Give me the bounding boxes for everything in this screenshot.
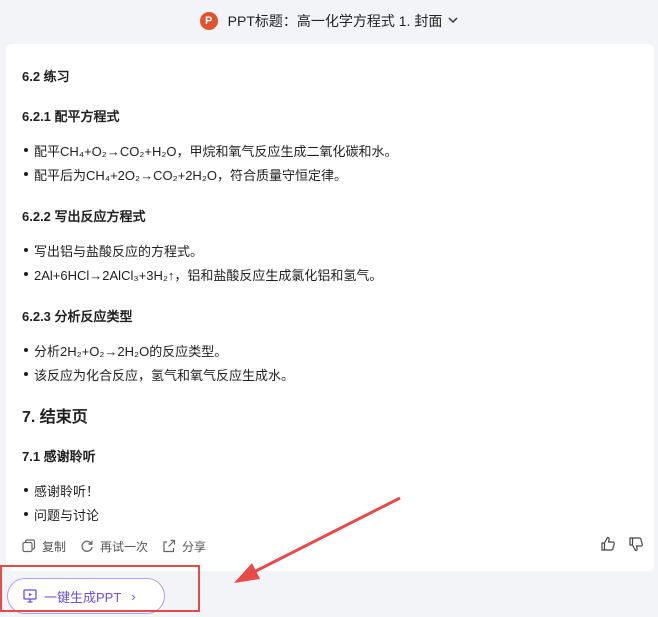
copy-button[interactable]: 复制 (22, 538, 66, 555)
list-item: 2Al+6HCl→2AlCl₃+3H₂↑，铝和盐酸反应生成氯化铝和氢气。 (23, 265, 382, 284)
ppt-title: PPT标题：高一化学方程式 1. 封面 (227, 13, 443, 29)
heading-6-2-3: 6.2.3 分析反应类型 (22, 309, 133, 324)
chevron-down-icon[interactable] (448, 15, 458, 27)
powerpoint-icon: P (199, 12, 218, 30)
share-icon (163, 539, 176, 553)
list-item: 配平CH₄+O₂→CO₂+H₂O，甲烷和氧气反应生成二氧化碳和水。 (24, 141, 398, 160)
chat-page: P PPT标题：高一化学方程式 1. 封面 6.2 练习 6.2.1 配平方程式… (0, 0, 658, 617)
heading-7: 7. 结束页 (22, 409, 88, 426)
generate-ppt-button[interactable]: 一键生成PPT › (7, 578, 165, 614)
thumbs-up-icon[interactable] (600, 536, 616, 557)
list-item: 分析2H₂+O₂→2H₂O的反应类型。 (23, 341, 227, 360)
presentation-icon (23, 589, 37, 603)
share-button[interactable]: 分享 (162, 538, 206, 555)
retry-label: 再试一次 (100, 539, 149, 554)
feedback-buttons (588, 536, 644, 557)
chevron-right-icon: › (131, 588, 136, 604)
share-label: 分享 (182, 539, 207, 554)
retry-button[interactable]: 再试一次 (80, 538, 148, 555)
heading-6-2-2: 6.2.2 写出反应方程式 (22, 209, 146, 224)
copy-label: 复制 (42, 539, 67, 554)
message-card: 6.2 练习 6.2.1 配平方程式 配平CH₄+O₂→CO₂+H₂O，甲烷和氧… (6, 44, 654, 571)
list-item: 问题与讨论 (23, 505, 99, 524)
refresh-icon (81, 540, 93, 552)
copy-icon (22, 539, 36, 553)
generate-ppt-label: 一键生成PPT (44, 589, 122, 605)
heading-7-1: 7.1 感谢聆听 (22, 449, 96, 464)
heading-6-2-1: 6.2.1 配平方程式 (22, 109, 120, 124)
list-item: 写出铝与盐酸反应的方程式。 (23, 241, 203, 260)
list-item: 配平后为CH₄+2O₂→CO₂+2H₂O，符合质量守恒定律。 (24, 165, 347, 184)
ppt-title-bar[interactable]: P PPT标题：高一化学方程式 1. 封面 (0, 0, 658, 42)
heading-6-2: 6.2 练习 (22, 69, 70, 84)
list-item: 感谢聆听！ (23, 481, 99, 500)
thumbs-down-icon[interactable] (628, 536, 644, 557)
message-actions: 复制 再试一次 分享 (22, 536, 220, 556)
list-item: 该反应为化合反应，氢气和氧气反应生成水。 (23, 365, 294, 384)
